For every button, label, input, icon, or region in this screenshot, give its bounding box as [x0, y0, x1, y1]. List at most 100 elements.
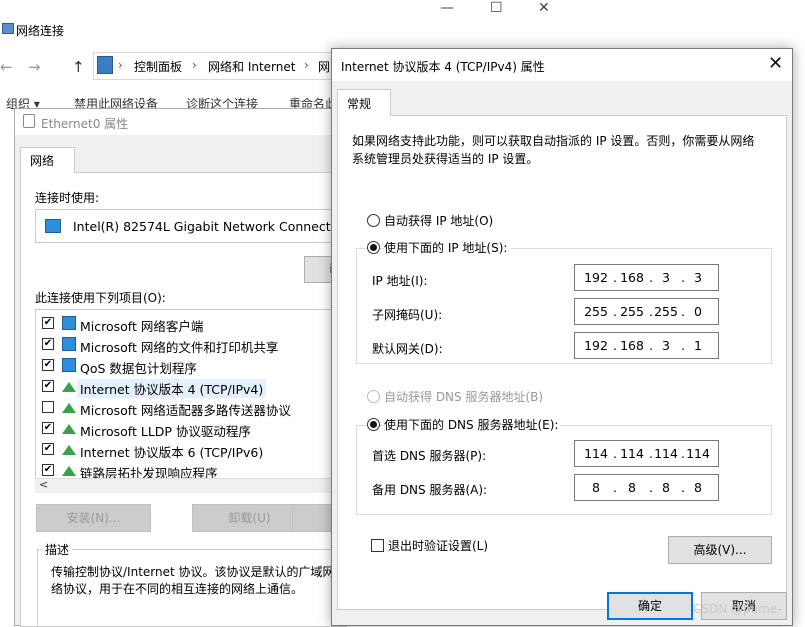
tab-network[interactable]: 网络 [20, 147, 75, 173]
preferred-dns-input[interactable]: 114. 114. 114. 114 [574, 440, 719, 467]
default-gateway-label: 默认网关(D): [372, 342, 443, 356]
dns-settings-group [356, 425, 772, 515]
install-button[interactable]: 安装(N)... [36, 504, 151, 532]
list-item-selected[interactable]: ✔ Internet 协议版本 4 (TCP/IPv4) [36, 376, 344, 398]
auto-ip-radio[interactable] [367, 214, 380, 227]
network-client-icon [62, 358, 76, 372]
window-title: 网络连接 [16, 24, 65, 38]
tab-general[interactable]: 常规 [337, 89, 391, 116]
adapter-icon [23, 114, 35, 128]
ok-button[interactable]: 确定 [607, 592, 693, 620]
ip-address-label: IP 地址(I): [372, 274, 428, 288]
item-checkbox[interactable]: ✔ [42, 317, 54, 329]
item-label: Internet 协议版本 4 (TCP/IPv4) [77, 379, 267, 398]
list-item[interactable]: Microsoft 网络适配器多路传送器协议 [36, 397, 344, 418]
item-checkbox[interactable] [42, 401, 54, 413]
protocol-icon [62, 403, 76, 413]
item-checkbox[interactable]: ✔ [42, 338, 54, 350]
disable-device-button[interactable]: 禁用此网络设备 [74, 95, 158, 109]
list-item[interactable]: ✔ Microsoft 网络客户端 [36, 313, 344, 334]
network-client-icon [62, 337, 76, 351]
subnet-mask-input[interactable]: 255. 255. 255. 0 [574, 298, 719, 325]
auto-dns-radio[interactable] [367, 390, 380, 403]
diagnose-button[interactable]: 诊断这个连接 [186, 95, 258, 109]
manual-dns-radio[interactable] [367, 418, 380, 431]
default-gateway-input[interactable]: 192. 168. 3. 1 [574, 332, 719, 359]
network-connections-icon [2, 23, 14, 34]
protocol-icon [62, 382, 76, 392]
dialog-title: Ethernet0 属性 [41, 117, 129, 131]
maximize-button[interactable]: ☐ [490, 0, 503, 16]
advanced-button[interactable]: 高级(V)... [668, 536, 772, 564]
alternate-dns-input[interactable]: 8. 8. 8. 8 [574, 474, 719, 501]
protocol-icon [62, 445, 76, 455]
items-label: 此连接使用下列项目(O): [35, 291, 166, 305]
item-label: Microsoft 网络客户端 [80, 319, 204, 334]
ethernet-properties-dialog: Ethernet0 属性 网络 连接时使用: Intel(R) 82574L G… [14, 108, 352, 627]
breadcrumb-control-panel[interactable]: 控制面板 [134, 58, 182, 75]
address-bar[interactable]: › 控制面板 › 网络和 Internet › 网 [93, 52, 353, 80]
auto-ip-label[interactable]: 自动获得 IP 地址(O) [384, 212, 493, 229]
item-checkbox[interactable]: ✔ [42, 359, 54, 371]
ip-address-input[interactable]: 192. 168. 3. 3 [574, 264, 719, 291]
item-checkbox[interactable]: ✔ [42, 422, 54, 434]
control-panel-icon [97, 56, 113, 74]
watermark: CSDN @pume- [693, 602, 782, 616]
item-label: QoS 数据包计划程序 [80, 361, 197, 376]
dialog-titlebar: Ethernet0 属性 [15, 109, 345, 135]
protocol-icon [62, 466, 76, 476]
list-item[interactable]: ✔ Microsoft 网络的文件和打印机共享 [36, 334, 344, 355]
up-arrow-icon[interactable]: ↑ [72, 58, 85, 76]
protocol-icon [62, 424, 76, 434]
rename-button[interactable]: 重命名此 [289, 95, 337, 109]
close-icon[interactable]: ✕ [768, 53, 783, 75]
item-label: Microsoft LLDP 协议驱动程序 [80, 424, 251, 439]
item-checkbox[interactable]: ✔ [42, 464, 54, 476]
alternate-dns-label: 备用 DNS 服务器(A): [372, 483, 488, 497]
validate-on-exit-checkbox[interactable] [371, 539, 384, 552]
description-label: 描述 [42, 541, 73, 558]
manual-dns-label[interactable]: 使用下面的 DNS 服务器地址(E): [384, 416, 562, 433]
description-text: 传输控制协议/Internet 协议。该协议是默认的广域网络协议，用于在不同的相… [51, 565, 335, 596]
command-toolbar: 组织 ▾ 禁用此网络设备 诊断这个连接 重命名此 [0, 95, 340, 109]
network-card-icon [45, 219, 61, 233]
item-label: Microsoft 网络的文件和打印机共享 [80, 340, 279, 355]
item-label: Microsoft 网络适配器多路传送器协议 [80, 403, 291, 418]
dialog-titlebar: Internet 协议版本 4 (TCP/IPv4) 属性 ✕ [332, 49, 792, 81]
horizontal-scrollbar[interactable]: < [35, 478, 345, 493]
list-item[interactable]: ✔ QoS 数据包计划程序 [36, 355, 344, 376]
minimize-button[interactable]: — [440, 0, 454, 16]
breadcrumb-network-internet[interactable]: 网络和 Internet [208, 58, 295, 75]
adapter-field: Intel(R) 82574L Gigabit Network Connecti… [35, 209, 350, 243]
adapter-name: Intel(R) 82574L Gigabit Network Connecti… [73, 219, 350, 234]
manual-ip-label[interactable]: 使用下面的 IP 地址(S): [384, 239, 511, 256]
item-checkbox[interactable]: ✔ [42, 380, 54, 392]
tab-label: 网络 [30, 154, 55, 168]
forward-arrow-icon[interactable]: → [28, 58, 41, 76]
network-client-icon [62, 316, 76, 330]
item-checkbox[interactable]: ✔ [42, 443, 54, 455]
manual-ip-radio[interactable] [367, 241, 380, 254]
organize-menu[interactable]: 组织 ▾ [6, 95, 40, 109]
subnet-mask-label: 子网掩码(U): [372, 308, 443, 322]
breadcrumb-separator-icon: › [118, 58, 123, 72]
validate-on-exit-label[interactable]: 退出时验证设置(L) [388, 537, 488, 554]
breadcrumb-separator-icon: › [304, 58, 309, 72]
components-list[interactable]: ✔ Microsoft 网络客户端 ✔ Microsoft 网络的文件和打印机共… [35, 309, 345, 493]
auto-dns-label[interactable]: 自动获得 DNS 服务器地址(B) [384, 388, 543, 405]
breadcrumb-network[interactable]: 网 [318, 58, 330, 75]
list-item[interactable]: ✔ Microsoft LLDP 协议驱动程序 [36, 418, 344, 439]
intro-text: 如果网络支持此功能，则可以获取自动指派的 IP 设置。否则，你需要从网络系统管理… [352, 134, 755, 166]
dialog-title: Internet 协议版本 4 (TCP/IPv4) 属性 [341, 60, 545, 74]
list-item[interactable]: ✔ Internet 协议版本 6 (TCP/IPv6) [36, 439, 344, 460]
scroll-left-icon[interactable]: < [39, 478, 48, 491]
back-arrow-icon[interactable]: ← [0, 58, 13, 76]
uninstall-button[interactable]: 卸载(U) [192, 504, 307, 532]
breadcrumb-separator-icon: › [192, 58, 197, 72]
ipv4-properties-dialog: Internet 协议版本 4 (TCP/IPv4) 属性 ✕ 常规 如果网络支… [331, 48, 793, 626]
item-label: Internet 协议版本 6 (TCP/IPv6) [80, 445, 264, 460]
close-button[interactable]: ✕ [538, 0, 550, 16]
window-controls: — ☐ ✕ [440, 0, 565, 18]
preferred-dns-label: 首选 DNS 服务器(P): [372, 449, 487, 463]
window-titlebar: 网络连接 — ☐ ✕ [0, 0, 805, 50]
